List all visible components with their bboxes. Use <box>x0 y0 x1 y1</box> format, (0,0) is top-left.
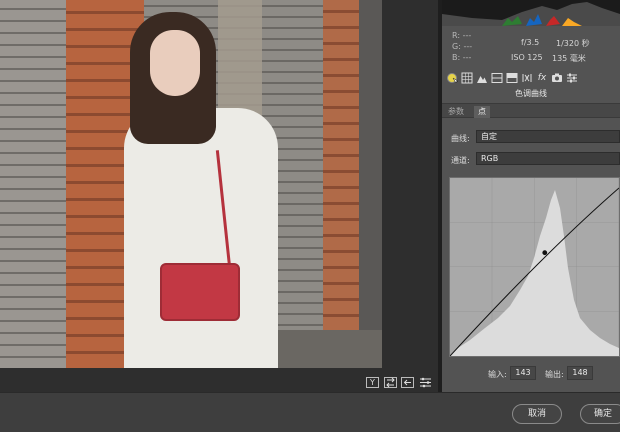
view-options-sliders-icon[interactable] <box>419 377 432 388</box>
presets-sliders-icon[interactable] <box>566 72 578 84</box>
input-label: 输入: <box>488 370 507 379</box>
tab-point[interactable]: 点 <box>474 106 490 118</box>
rgb-readout: R: --- G: --- B: --- <box>452 30 472 63</box>
section-title: 色调曲线 <box>515 89 547 98</box>
histogram <box>442 0 620 26</box>
tone-curve-grid-icon[interactable] <box>461 72 473 84</box>
iso-value: ISO 125 <box>511 53 543 62</box>
g-value: --- <box>463 42 473 51</box>
ok-button[interactable]: 确定 <box>580 404 620 424</box>
photo-gutter <box>382 0 438 368</box>
photo-brick-wall-left <box>0 0 70 368</box>
shutter-value: 1/320 秒 <box>556 39 590 48</box>
aperture-value: f/3.5 <box>521 38 540 47</box>
r-label: R: <box>452 31 461 40</box>
before-after-y-button[interactable]: Y <box>366 377 379 388</box>
input-field[interactable]: 143 <box>510 366 536 380</box>
curve-label: 曲线: <box>451 134 470 143</box>
photo-face <box>150 30 200 96</box>
photo-shadow-right <box>359 0 382 368</box>
g-readout: G: --- <box>452 41 472 52</box>
output-label: 输出: <box>545 370 564 379</box>
g-label: G: <box>452 42 461 51</box>
curve-control-point[interactable] <box>542 250 548 256</box>
channel-label: 通道: <box>451 156 470 165</box>
r-readout: R: --- <box>452 30 472 41</box>
focal-length-value: 135 毫米 <box>552 54 586 63</box>
basic-circle-icon[interactable] <box>446 72 460 84</box>
swap-settings-icon[interactable] <box>384 377 397 388</box>
cancel-button[interactable]: 取消 <box>512 404 562 424</box>
r-value: --- <box>462 31 472 40</box>
detail-mountain-icon[interactable] <box>476 72 488 84</box>
tone-curve-graph[interactable] <box>449 177 620 357</box>
curve-mode-tabs: 参数 点 <box>442 103 620 118</box>
effects-fx-icon[interactable]: fx <box>536 72 548 84</box>
camera-icon[interactable] <box>551 72 563 84</box>
split-toning-icon[interactable] <box>506 72 518 84</box>
curve-preset-select[interactable]: 自定 <box>476 130 620 143</box>
b-label: B: <box>452 53 461 62</box>
photo-red-pillar-right <box>323 0 359 330</box>
photo-preview[interactable] <box>0 0 382 368</box>
hsl-icon[interactable] <box>491 72 503 84</box>
photo-red-bag <box>160 263 240 321</box>
output-field[interactable]: 148 <box>567 366 593 380</box>
b-readout: B: --- <box>452 52 472 63</box>
tab-parametric[interactable]: 参数 <box>444 106 468 118</box>
panel-tabs: fx <box>446 72 578 84</box>
copy-settings-icon[interactable] <box>401 377 414 388</box>
photo-white-coat <box>124 108 278 368</box>
lens-icon[interactable] <box>521 72 533 84</box>
channel-select[interactable]: RGB <box>476 152 620 165</box>
b-value: --- <box>462 53 472 62</box>
